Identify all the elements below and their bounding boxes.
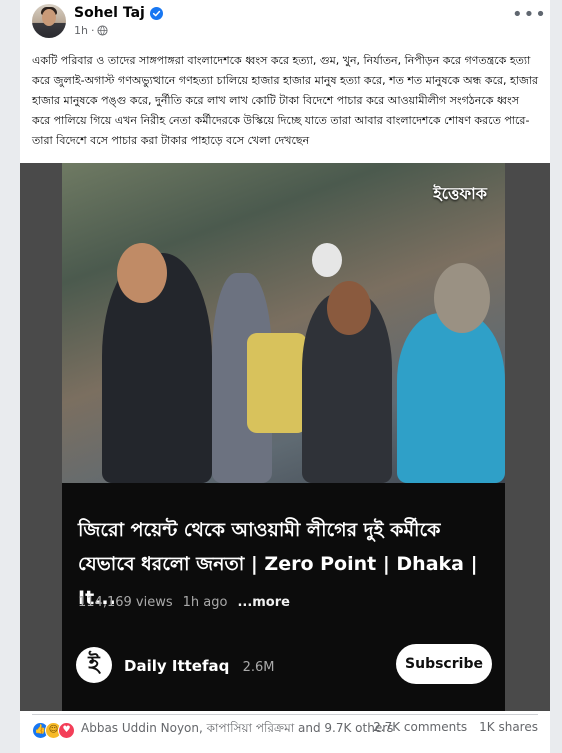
- video-thumbnail[interactable]: ইত্তেফাক: [62, 163, 505, 483]
- comments-count[interactable]: 2.7K comments: [373, 720, 467, 734]
- post-options-button[interactable]: •••: [512, 6, 546, 28]
- reaction-icons: 👍 ☺ ♥: [32, 721, 75, 739]
- subscribe-button[interactable]: Subscribe: [396, 644, 492, 684]
- thumbnail-figure: [312, 243, 342, 277]
- author-name[interactable]: Sohel Taj: [74, 5, 145, 21]
- thumbnail-figure: [117, 243, 167, 303]
- video-views: 114,169 views: [78, 595, 173, 610]
- channel-subscriber-count: 2.6M: [242, 660, 275, 675]
- footer-divider: [32, 714, 538, 715]
- description-more-link[interactable]: ...more: [237, 595, 290, 610]
- video-age: 1h ago: [182, 595, 228, 610]
- video-stats: 114,169 views 1h ago ...more: [78, 595, 290, 610]
- thumbnail-figure: [247, 333, 307, 433]
- verified-icon: [149, 6, 163, 20]
- thumbnail-figure: [397, 313, 505, 483]
- shares-count[interactable]: 1K shares: [479, 720, 538, 734]
- avatar-face: [42, 9, 56, 26]
- post-meta: 1h ·: [74, 24, 109, 37]
- channel-info[interactable]: Daily Ittefaq 2.6M: [124, 657, 274, 675]
- post-time[interactable]: 1h: [74, 24, 88, 37]
- engagement-counts: 2.7K comments 1K shares: [373, 720, 538, 734]
- video-embed[interactable]: ইত্তেফাক জিরো পয়েন্ট থেকে আওয়ামী লীগের…: [20, 163, 550, 711]
- thumbnail-figure: [434, 263, 490, 333]
- channel-watermark: ইত্তেফাক: [433, 184, 487, 203]
- post-card: Sohel Taj 1h · ••• একটি পরিবার ও তাদের স…: [20, 0, 550, 753]
- channel-avatar[interactable]: ই: [76, 647, 112, 683]
- video-frame[interactable]: ইত্তেফাক জিরো পয়েন্ট থেকে আওয়ামী লীগের…: [62, 163, 505, 711]
- post-body-text: একটি পরিবার ও তাদের সাঙ্গপাঙ্গরা বাংলাদে…: [32, 54, 539, 147]
- reactions-summary[interactable]: 👍 ☺ ♥ Abbas Uddin Noyon, কাপাসিয়া পরিক্…: [32, 720, 393, 740]
- thumbnail-figure: [327, 281, 371, 335]
- globe-icon[interactable]: [97, 25, 109, 36]
- author-avatar[interactable]: [32, 4, 66, 38]
- channel-name[interactable]: Daily Ittefaq: [124, 657, 229, 675]
- author-line: Sohel Taj: [74, 5, 163, 21]
- meta-separator: ·: [90, 24, 95, 37]
- reactions-text[interactable]: Abbas Uddin Noyon, কাপাসিয়া পরিক্রমা an…: [81, 720, 393, 740]
- love-icon: ♥: [58, 721, 75, 739]
